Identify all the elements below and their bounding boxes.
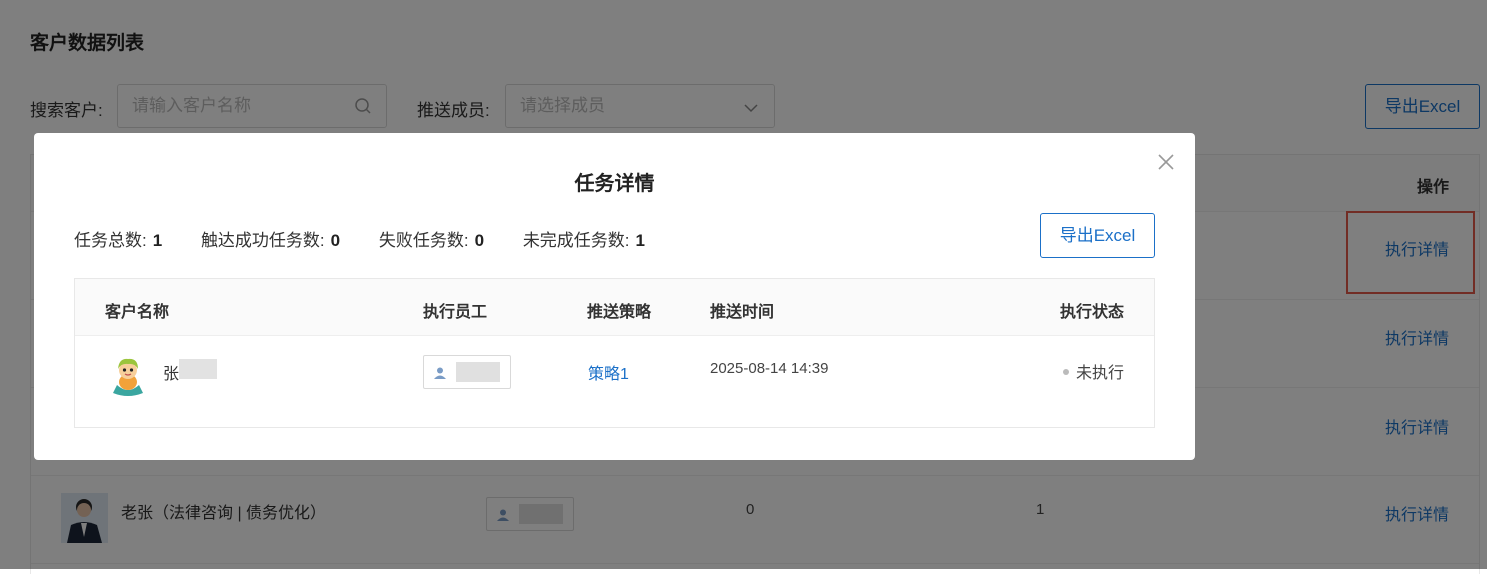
modal-title: 任务详情 [574, 173, 655, 195]
col-status: 执行状态 [1059, 304, 1124, 321]
stat-total: 任务总数: 1 [74, 226, 162, 251]
strategy-link[interactable]: 策略1 [588, 360, 629, 384]
task-table: 客户名称 执行员工 推送策略 推送时间 执行状态 张 策略1 2025-08-1… [74, 278, 1155, 428]
task-stats: 任务总数: 1 触达成功任务数: 0 失败任务数: 0 未完成任务数: 1 [74, 226, 679, 251]
modal-export-excel-button[interactable]: 导出Excel [1040, 213, 1155, 258]
mermaid-avatar-icon [113, 358, 143, 396]
col-strategy: 推送策略 [587, 304, 652, 321]
status-text: 未执行 [1075, 365, 1124, 382]
stat-success: 触达成功任务数: 0 [201, 226, 340, 251]
employee-tag [423, 355, 511, 389]
user-icon [434, 367, 446, 379]
redacted-name [179, 359, 217, 379]
stat-label: 未完成任务数: [522, 231, 630, 250]
stat-unfinished: 未完成任务数: 1 [523, 226, 645, 251]
col-customer-name: 客户名称 [105, 304, 170, 321]
col-push-time: 推送时间 [710, 304, 775, 321]
task-detail-modal: 任务详情 任务总数: 1 触达成功任务数: 0 失败任务数: 0 未完成任务数: 1 导… [34, 133, 1195, 460]
stat-label: 触达成功任务数: [200, 231, 325, 250]
redacted-name [456, 362, 500, 382]
col-employee: 执行员工 [423, 304, 488, 321]
table-row: 张 策略1 2025-08-14 14:39 未执行 [75, 335, 1154, 427]
customer-name: 张 [163, 366, 180, 383]
stat-value: 1 [635, 231, 646, 250]
status-badge: 未执行 [1062, 359, 1124, 383]
stat-label: 失败任务数: [378, 231, 469, 250]
stat-value: 0 [474, 231, 485, 250]
push-time: 2025-08-14 14:39 [710, 360, 829, 377]
stat-value: 0 [330, 231, 341, 250]
stat-label: 任务总数: [74, 231, 147, 250]
stat-value: 1 [152, 231, 163, 250]
status-dot-icon [1062, 368, 1069, 375]
stat-failed: 失败任务数: 0 [379, 226, 484, 251]
task-table-header: 客户名称 执行员工 推送策略 推送时间 执行状态 [75, 279, 1154, 336]
close-icon[interactable] [1157, 153, 1175, 171]
